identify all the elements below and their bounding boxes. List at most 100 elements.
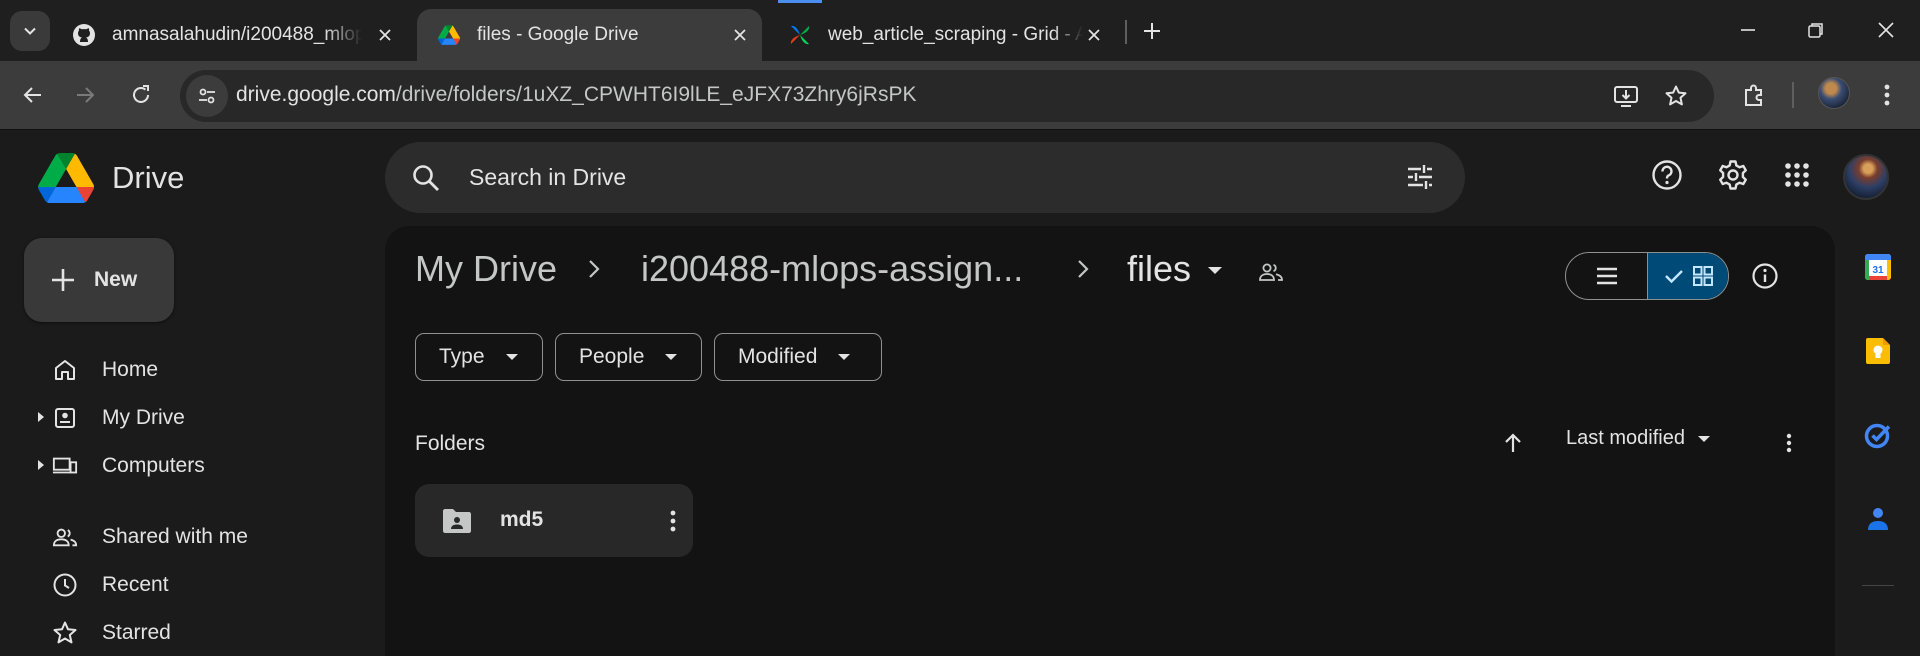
grid-view-button[interactable] (1647, 253, 1728, 299)
breadcrumb-root[interactable]: My Drive (415, 248, 557, 290)
close-icon (1878, 22, 1894, 38)
filter-label: Type (439, 345, 485, 368)
caret-right-icon[interactable] (37, 412, 45, 422)
star-icon (52, 620, 78, 646)
help-icon (1652, 160, 1682, 190)
settings-button[interactable] (1711, 153, 1755, 197)
folder-card[interactable]: md5 (415, 484, 693, 557)
sidebar-item-home[interactable]: Home (0, 349, 380, 389)
sidebar-item-computers[interactable]: Computers (0, 445, 380, 485)
home-icon (52, 357, 78, 383)
keep-app-button[interactable] (1860, 333, 1896, 369)
new-button-label: New (94, 268, 138, 291)
tab-github[interactable]: amnasalahudin/i200488_mlops (52, 9, 407, 61)
shared-folder-icon (441, 507, 473, 535)
tab-title: amnasalahudin/i200488_mlops (112, 24, 362, 45)
shared-people-icon[interactable] (1258, 262, 1284, 282)
profile-avatar[interactable] (1818, 77, 1850, 109)
sort-by-dropdown[interactable]: Last modified (1566, 427, 1711, 450)
window-close-button[interactable] (1866, 14, 1906, 46)
more-vert-icon[interactable] (657, 504, 689, 538)
new-tab-button[interactable] (1137, 16, 1167, 46)
close-icon[interactable] (1082, 23, 1106, 47)
account-avatar[interactable] (1843, 154, 1889, 200)
caret-down-icon (665, 354, 678, 360)
tab-separator (1125, 20, 1127, 44)
tasks-app-button[interactable] (1860, 417, 1896, 453)
tune-icon (199, 88, 215, 104)
github-icon (72, 23, 96, 47)
sort-direction-button[interactable] (1493, 423, 1533, 463)
tab-google-drive[interactable]: files - Google Drive (417, 9, 762, 61)
help-button[interactable] (1645, 153, 1689, 197)
search-options-icon[interactable] (1405, 162, 1435, 192)
arrow-up-icon (1505, 433, 1521, 452)
chevron-down-icon (24, 27, 36, 35)
caret-down-icon (838, 354, 851, 360)
calendar-app-button[interactable]: 31 (1860, 249, 1896, 285)
chevron-right-icon (588, 259, 600, 279)
arrow-right-icon (77, 87, 95, 103)
sidebar-item-my-drive[interactable]: My Drive (0, 397, 380, 437)
breadcrumb-current[interactable]: files (1127, 248, 1191, 290)
list-view-button[interactable] (1566, 253, 1647, 299)
install-app-button[interactable] (1610, 80, 1642, 112)
view-toggle (1565, 252, 1729, 300)
restore-button[interactable] (1796, 14, 1836, 46)
search-input[interactable]: Search in Drive (469, 164, 626, 191)
browser-menu-button[interactable] (1866, 74, 1908, 116)
filter-label: People (579, 345, 645, 368)
breadcrumb-parent[interactable]: i200488-mlops-assign... (641, 248, 1023, 290)
people-icon (52, 524, 78, 550)
google-drive-icon (38, 153, 94, 203)
sidebar-item-shared-with-me[interactable]: Shared with me (0, 516, 380, 556)
caret-down-icon (1697, 435, 1710, 442)
close-icon[interactable] (373, 23, 397, 47)
tab-search-button[interactable] (10, 11, 50, 51)
close-icon[interactable] (728, 23, 752, 47)
restore-icon (1808, 23, 1823, 38)
main-content: My Drive i200488-mlops-assign... files T… (385, 226, 1835, 656)
drive-logo[interactable]: Drive (38, 153, 184, 203)
sidebar-item-recent[interactable]: Recent (0, 564, 380, 604)
extensions-button[interactable] (1733, 74, 1775, 116)
install-app-icon (1614, 86, 1638, 107)
site-info-button[interactable] (186, 75, 228, 117)
toolbar-divider (1792, 82, 1794, 108)
sidebar-item-label: Shared with me (102, 525, 248, 548)
minimize-button[interactable] (1728, 14, 1768, 46)
caret-right-icon[interactable] (37, 460, 45, 470)
google-apps-button[interactable] (1775, 153, 1819, 197)
drive-search-bar[interactable]: Search in Drive (385, 142, 1465, 213)
apps-grid-icon (1785, 163, 1809, 187)
arrow-left-icon (23, 87, 41, 103)
app-name: Drive (112, 160, 185, 195)
more-options-button[interactable] (1769, 423, 1809, 463)
address-bar[interactable]: drive.google.com/drive/folders/1uXZ_CPWH… (180, 70, 1714, 122)
reload-button[interactable] (120, 74, 162, 116)
contacts-app-button[interactable] (1860, 501, 1896, 537)
my-drive-icon (52, 405, 78, 431)
filter-people[interactable]: People (555, 333, 702, 381)
sidebar-item-label: Starred (102, 621, 171, 644)
filter-type[interactable]: Type (415, 333, 543, 381)
plus-icon (52, 269, 74, 291)
bookmark-button[interactable] (1660, 80, 1692, 112)
details-button[interactable] (1745, 256, 1785, 296)
search-icon[interactable] (411, 163, 441, 193)
filter-modified[interactable]: Modified (714, 333, 882, 381)
tab-airflow[interactable]: web_article_scraping - Grid - Ai (768, 9, 1116, 61)
forward-button[interactable] (64, 74, 106, 116)
star-icon (1665, 85, 1687, 106)
calendar-icon: 31 (1865, 254, 1891, 280)
new-button[interactable]: New (24, 238, 174, 322)
section-title-folders: Folders (415, 432, 486, 455)
sidebar-item-label: Computers (102, 454, 205, 477)
tab-title: files - Google Drive (477, 24, 639, 45)
caret-down-icon[interactable] (1207, 266, 1223, 276)
back-button[interactable] (12, 74, 54, 116)
url-text[interactable]: drive.google.com/drive/folders/1uXZ_CPWH… (236, 83, 916, 107)
url-path: /drive/folders/1uXZ_CPWHT6I9lLE_eJFX73Zh… (395, 83, 917, 106)
sidebar-item-label: Recent (102, 573, 169, 596)
sidebar-item-starred[interactable]: Starred (0, 612, 380, 652)
